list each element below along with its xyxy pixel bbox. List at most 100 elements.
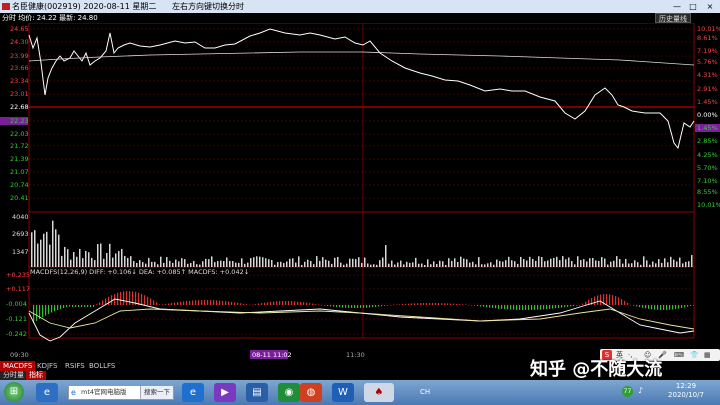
macd-bar: [228, 301, 230, 305]
volume-bar: [190, 262, 192, 267]
volume-bar: [655, 263, 657, 267]
folder-icon[interactable]: e: [36, 383, 58, 402]
macd-bar: [390, 305, 392, 306]
macd-bar: [360, 305, 362, 308]
browser-green-icon[interactable]: ◉: [278, 383, 300, 402]
macd-bar: [60, 305, 62, 309]
macd-bar: [513, 305, 515, 310]
volume-bar: [469, 262, 471, 267]
tab-bollfs[interactable]: BOLLFS: [86, 361, 118, 371]
volume-bar: [157, 264, 159, 267]
chart-grid: [28, 23, 695, 339]
minimize-button[interactable]: —: [670, 0, 684, 13]
macd-bar: [159, 304, 161, 305]
macd-bar: [492, 305, 494, 308]
macd-bar: [150, 298, 152, 305]
macd-bar: [618, 297, 620, 305]
macd-bar: [564, 305, 566, 308]
media-player-icon[interactable]: ▶: [214, 383, 236, 402]
macd-bar: [615, 296, 617, 305]
volume-bar: [331, 263, 333, 267]
window-title: 名臣健康(002919) 2020-08-11 星期二: [12, 2, 157, 11]
macd-bar: [417, 303, 419, 305]
app-orange-icon[interactable]: ◍: [300, 383, 322, 402]
volume-bar: [175, 259, 177, 267]
folder-explorer-icon[interactable]: ▤: [246, 383, 268, 402]
volume-bar: [298, 256, 300, 267]
volume-bar: [634, 260, 636, 267]
macd-bar: [537, 305, 539, 310]
volume-bar: [322, 257, 324, 267]
volume-bar: [97, 244, 99, 267]
macd-bar: [693, 305, 695, 306]
ime-skin-icon[interactable]: 👕: [690, 349, 699, 361]
volume-bar: [568, 257, 570, 267]
volume-bar: [433, 261, 435, 267]
percent-axis-label: 4.31%: [697, 71, 718, 79]
search-button[interactable]: 搜索一下: [140, 386, 173, 399]
volume-tray-icon[interactable]: ♪: [638, 386, 643, 395]
volume-bar: [664, 258, 666, 267]
volume-bar: [121, 248, 123, 267]
start-button-icon[interactable]: ⊞: [4, 382, 24, 402]
macd-bar: [495, 305, 497, 309]
volume-bar: [262, 257, 264, 267]
macd-bar: [441, 303, 443, 305]
volume-bar: [514, 261, 516, 267]
percent-axis-label: 2.91%: [697, 85, 718, 93]
volume-bar: [127, 257, 129, 267]
volume-bar: [352, 258, 354, 267]
wps-icon[interactable]: W: [332, 383, 354, 402]
macd-bar: [621, 299, 623, 305]
security-tray-icon[interactable]: 77: [622, 386, 633, 397]
taskbar-clock[interactable]: 12:29 2020/10/7: [652, 382, 720, 400]
macd-bar: [471, 305, 473, 306]
macd-bar: [300, 301, 302, 305]
macd-bar: [531, 305, 533, 310]
volume-bar: [430, 264, 432, 267]
volume-bar: [496, 259, 498, 267]
tab-kdjfs[interactable]: KDJFS: [34, 361, 60, 371]
macd-bar: [339, 305, 341, 308]
status-volume-tab[interactable]: 分时量: [0, 371, 27, 380]
macd-bar: [525, 305, 527, 310]
stock-app-icon[interactable]: ♠: [364, 383, 394, 402]
volume-bar: [640, 264, 642, 267]
tab-macdfs[interactable]: MACDFS: [0, 361, 36, 371]
macd-bar: [156, 302, 158, 305]
maximize-button[interactable]: □: [686, 0, 700, 13]
volume-bar: [52, 220, 54, 267]
window-hint: 左右方向键切换分时: [172, 2, 244, 11]
macd-bar: [600, 294, 602, 305]
macd-bar: [672, 305, 674, 310]
ie-browser-icon[interactable]: e: [182, 383, 204, 402]
volume-bar: [283, 263, 285, 267]
volume-bar: [268, 259, 270, 267]
volume-bar: [226, 257, 228, 267]
taskbar-search-input[interactable]: e mt4官网电脑版 搜索一下: [68, 385, 174, 400]
volume-bar: [484, 264, 486, 267]
macd-bar: [612, 295, 614, 305]
ime-indicator[interactable]: CH: [420, 388, 430, 396]
volume-bar: [115, 253, 117, 267]
volume-bar: [517, 263, 519, 267]
close-button[interactable]: ×: [703, 0, 717, 13]
macd-bar: [663, 305, 665, 310]
volume-bar: [625, 258, 627, 267]
history-volume-button[interactable]: 历史量线: [655, 13, 691, 23]
macd-bar: [528, 305, 530, 310]
price-axis-label: 23.01: [10, 90, 29, 98]
volume-bar: [442, 261, 444, 267]
macd-bar: [240, 303, 242, 305]
volume-bar: [70, 259, 72, 267]
tab-rsifs[interactable]: RSIFS: [62, 361, 88, 371]
macd-bar: [54, 305, 56, 312]
volume-bar: [187, 263, 189, 267]
status-indicator-tab[interactable]: 指标: [26, 371, 46, 380]
ime-grid-icon[interactable]: ▦: [704, 349, 711, 361]
volume-bar: [685, 261, 687, 267]
macd-histogram: [33, 291, 695, 323]
ime-keyboard-icon[interactable]: ⌨: [674, 349, 684, 361]
volume-bar: [79, 248, 81, 267]
macd-bar: [168, 303, 170, 305]
